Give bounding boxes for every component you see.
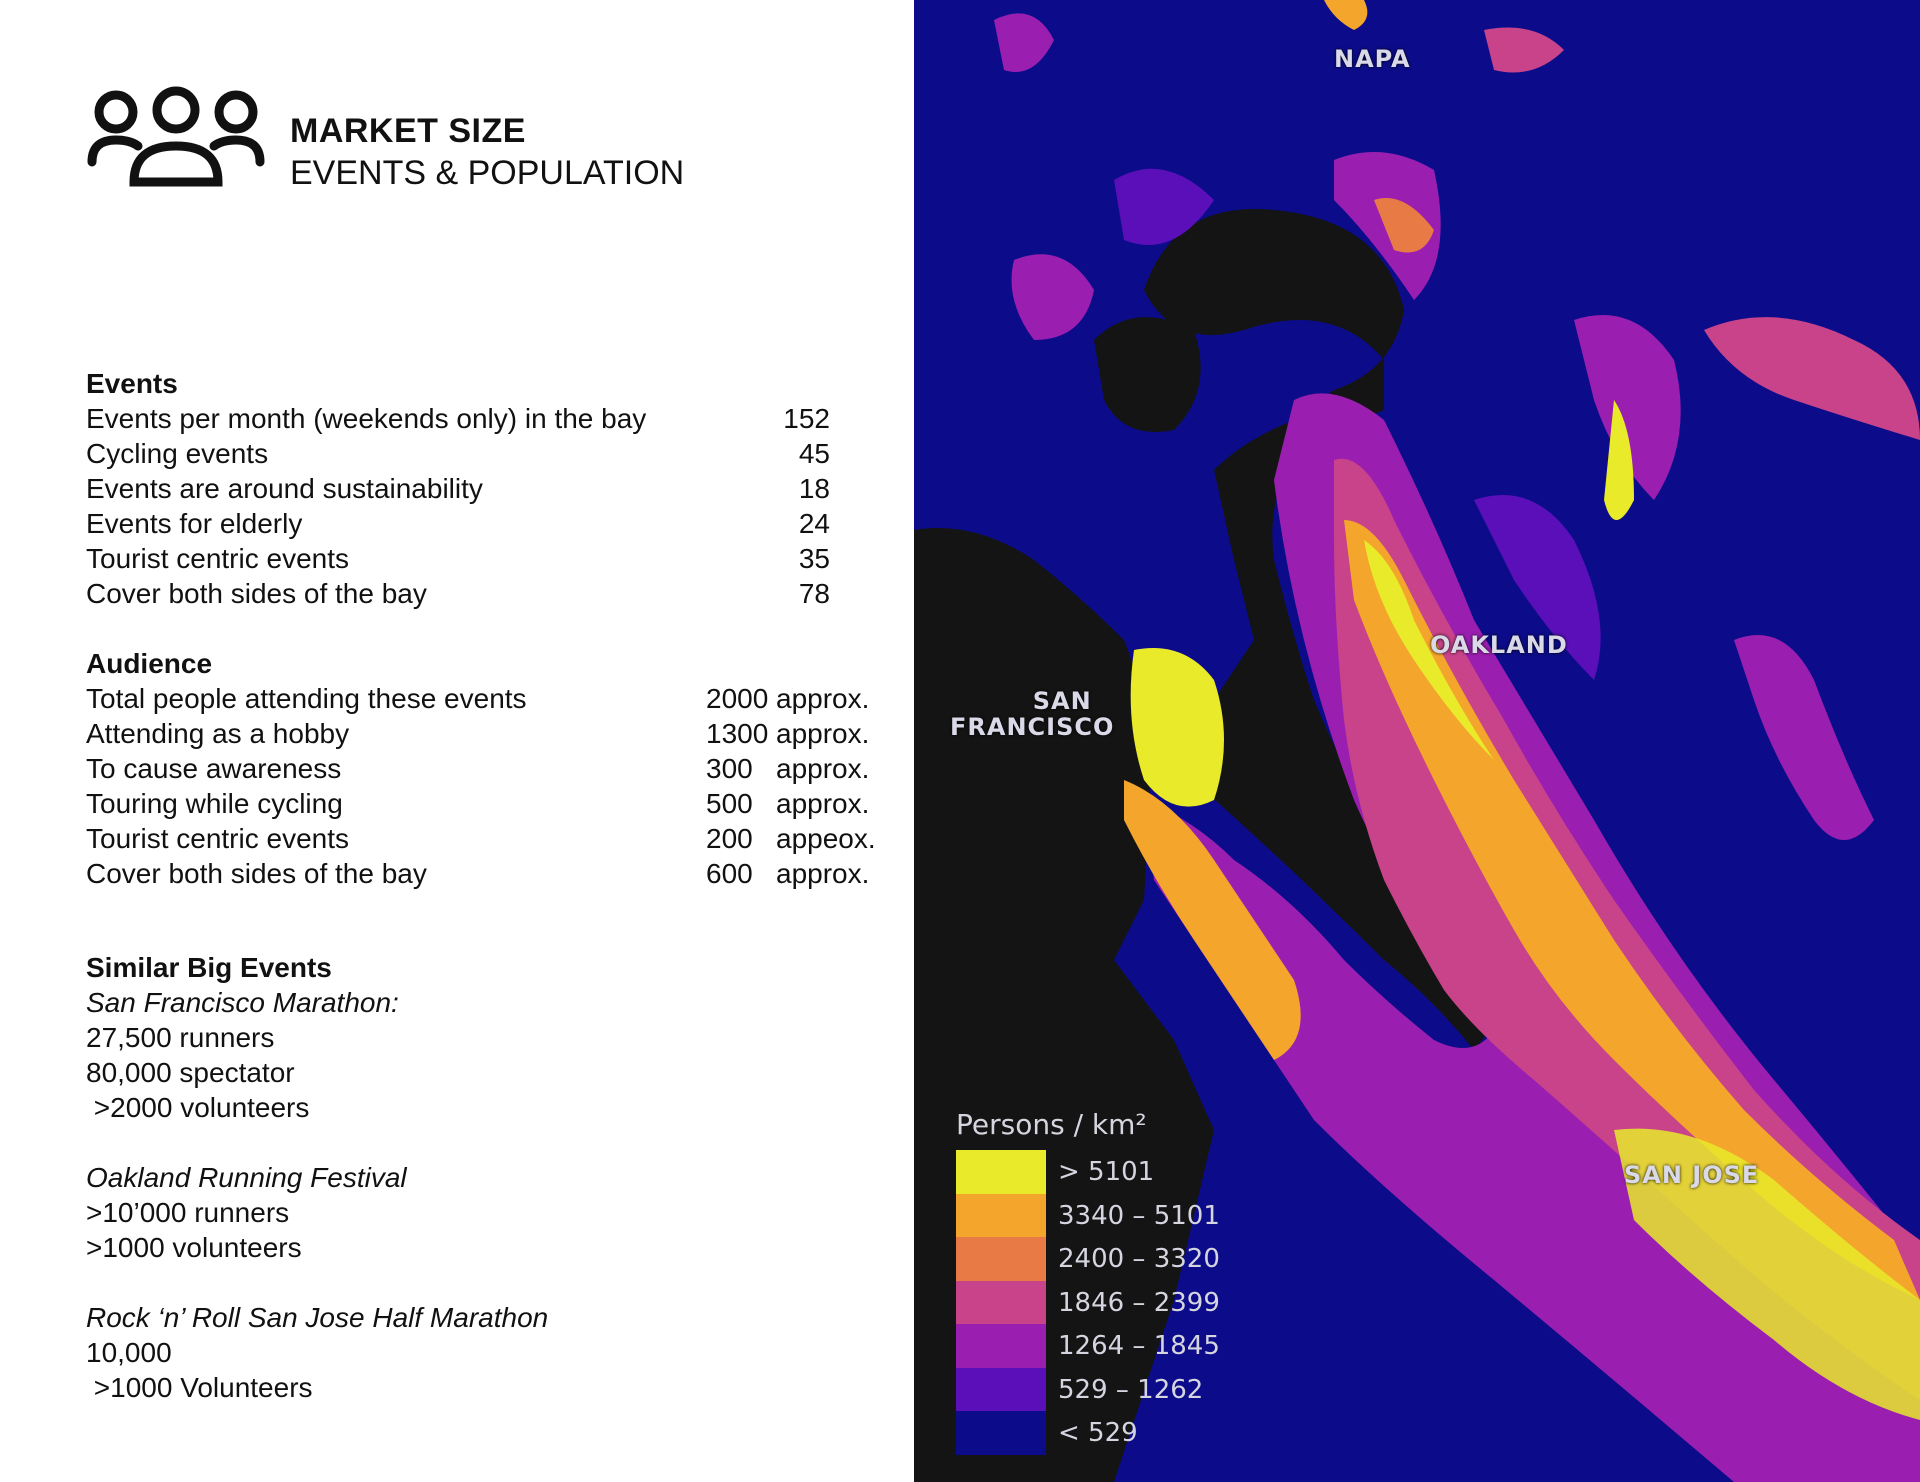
- page-subtitle: EVENTS & POPULATION: [290, 154, 685, 192]
- table-row: Cycling events 45: [86, 436, 886, 471]
- legend-label: 1846 – 2399: [1058, 1287, 1220, 1318]
- table-row: Tourist centric events 200 appeox.: [86, 821, 886, 856]
- row-unit: approx.: [776, 753, 870, 784]
- legend-label: < 529: [1058, 1418, 1138, 1448]
- city-label-san-jose: SAN JOSE: [1624, 1161, 1760, 1189]
- upper-bay-water: [1094, 317, 1201, 432]
- legend-title: Persons / km²: [956, 1108, 1147, 1141]
- row-label: Events for elderly: [86, 508, 303, 539]
- row-label: Events are around sustainability: [86, 473, 483, 504]
- row-label: Attending as a hobby: [86, 718, 350, 749]
- event-name: Oakland Running Festival: [86, 1162, 407, 1193]
- legend-swatch: [956, 1193, 1046, 1237]
- row-label: Cover both sides of the bay: [86, 578, 427, 609]
- row-label: Cycling events: [86, 438, 269, 469]
- event-name: San Francisco Marathon:: [86, 987, 399, 1018]
- table-row: Attending as a hobby 1300 approx.: [86, 716, 886, 751]
- legend-label: 2400 – 3320: [1058, 1244, 1220, 1274]
- row-label: Tourist centric events: [86, 823, 349, 854]
- population-density-map: NAPA OAKLAND SAN FRANCISCO SAN JOSE Pers…: [914, 0, 1920, 1482]
- event-stat: 27,500 runners: [86, 1022, 275, 1053]
- row-value: 24: [798, 508, 830, 539]
- audience-section: Audience Total people attending these ev…: [86, 646, 886, 891]
- row-label: Events per month (weekends only) in the …: [86, 403, 647, 434]
- row-label: Cover both sides of the bay: [86, 858, 427, 889]
- event-name: Rock ‘n’ Roll San Jose Half Marathon: [86, 1302, 549, 1333]
- event-stat: 80,000 spectator: [86, 1057, 295, 1088]
- legend-swatch: [956, 1280, 1046, 1324]
- row-value: 152: [783, 403, 830, 434]
- legend-swatch: [956, 1237, 1046, 1281]
- table-row: Total people attending these events 2000 a…: [86, 681, 886, 716]
- events-section: Events Events per month (weekends only) …: [86, 366, 886, 611]
- page-title: MARKET SIZE: [290, 112, 526, 150]
- table-row: Cover both sides of the bay 600 approx.: [86, 856, 886, 891]
- table-row: Events per month (weekends only) in the …: [86, 401, 886, 436]
- table-row: Touring while cycling 500 approx.: [86, 786, 886, 821]
- event-stat: >1000 volunteers: [86, 1232, 302, 1263]
- row-label: Touring while cycling: [86, 788, 343, 819]
- legend-swatch: [956, 1324, 1046, 1368]
- table-row: Events for elderly 24: [86, 506, 886, 541]
- row-unit: approx.: [776, 858, 870, 889]
- row-unit: approx.: [776, 683, 870, 714]
- table-row: Events are around sustainability 18: [86, 471, 886, 506]
- row-label: Tourist centric events: [86, 543, 349, 574]
- events-heading: Events: [86, 368, 178, 399]
- row-value: 45: [798, 438, 830, 469]
- similar-events-section: Similar Big Events San Francisco Maratho…: [86, 950, 886, 1405]
- content-panel: MARKET SIZE EVENTS & POPULATION Events E…: [0, 0, 914, 1482]
- legend-label: > 5101: [1058, 1157, 1155, 1187]
- audience-heading: Audience: [86, 648, 213, 679]
- row-unit: appeox.: [776, 823, 876, 854]
- row-unit: approx.: [776, 718, 870, 749]
- table-row: Tourist centric events 35: [86, 541, 886, 576]
- table-row: To cause awareness 300 approx.: [86, 751, 886, 786]
- event-stat: >10’000 runners: [86, 1197, 290, 1228]
- city-label-napa: NAPA: [1334, 45, 1411, 73]
- city-label-san-francisco: SAN FRANCISCO: [950, 687, 1115, 741]
- row-value: 78: [798, 578, 830, 609]
- event-stat: 10,000: [86, 1337, 172, 1368]
- row-value: 35: [798, 543, 830, 574]
- table-row: Cover both sides of the bay 78: [86, 576, 886, 611]
- event-stat: >1000 Volunteers: [86, 1372, 313, 1403]
- legend-swatch: [956, 1150, 1046, 1194]
- legend-swatch: [956, 1367, 1046, 1411]
- row-label: To cause awareness: [86, 753, 342, 784]
- row-label: Total people attending these events: [86, 683, 527, 714]
- legend-label: 1264 – 1845: [1058, 1331, 1220, 1361]
- row-unit: approx.: [776, 788, 870, 819]
- legend-swatch: [956, 1411, 1046, 1455]
- legend-label: 3340 – 5101: [1058, 1200, 1220, 1231]
- legend-label: 529 – 1262: [1058, 1374, 1204, 1405]
- event-stat: >2000 volunteers: [86, 1092, 310, 1123]
- group-of-people-icon: [87, 86, 265, 187]
- similar-events-heading: Similar Big Events: [86, 952, 332, 983]
- city-label-oakland: OAKLAND: [1430, 631, 1568, 659]
- row-value: 18: [798, 473, 830, 504]
